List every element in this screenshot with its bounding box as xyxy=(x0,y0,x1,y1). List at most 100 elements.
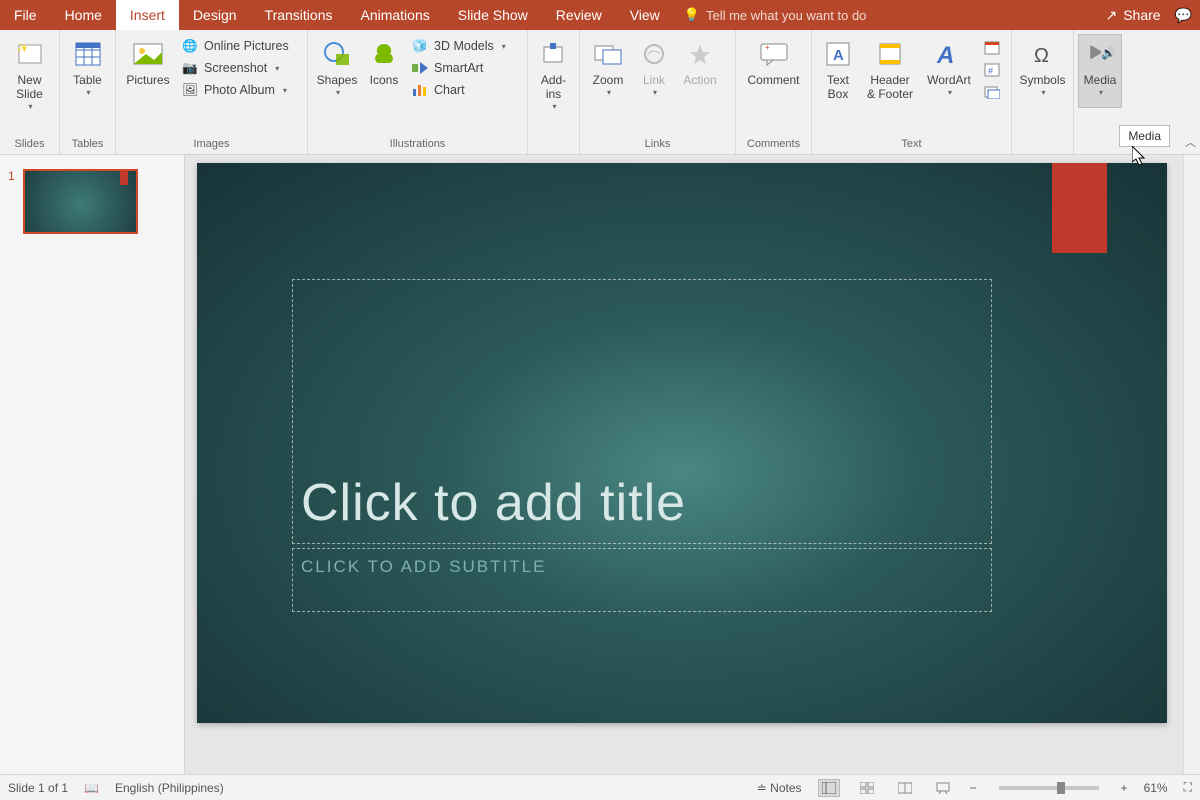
screenshot-button[interactable]: 📷Screenshot▾ xyxy=(178,58,293,78)
addins-icon xyxy=(538,38,570,70)
comments-pane-icon[interactable]: 💬 xyxy=(1175,7,1192,24)
tab-slideshow[interactable]: Slide Show xyxy=(444,0,542,30)
tab-home[interactable]: Home xyxy=(51,0,116,30)
spellcheck-icon[interactable]: 📖 xyxy=(84,781,99,795)
chart-button[interactable]: Chart xyxy=(408,80,510,100)
slide-canvas[interactable]: Click to add title CLICK TO ADD SUBTITLE xyxy=(197,163,1167,723)
text-box-icon: A xyxy=(822,38,854,70)
group-label-comments: Comments xyxy=(736,136,811,154)
media-tooltip: Media xyxy=(1119,125,1170,147)
slideshow-view-icon[interactable] xyxy=(932,779,954,797)
group-label-slides: Slides xyxy=(0,136,59,154)
tell-me-label: Tell me what you want to do xyxy=(706,8,866,23)
slide-thumbnail-1[interactable]: 1 xyxy=(8,169,176,234)
group-label-tables: Tables xyxy=(60,136,115,154)
thumbnail-pane[interactable]: 1 xyxy=(0,155,185,774)
notes-button[interactable]: ≐ Notes xyxy=(757,781,802,795)
smartart-icon xyxy=(412,60,428,76)
normal-view-icon[interactable] xyxy=(818,779,840,797)
group-label-media xyxy=(1074,148,1126,154)
text-box-button[interactable]: A Text Box xyxy=(816,34,860,108)
smartart-button[interactable]: SmartArt xyxy=(408,58,510,78)
tab-view[interactable]: View xyxy=(616,0,674,30)
shapes-icon xyxy=(321,38,353,70)
zoom-out-button[interactable]: − xyxy=(970,781,977,795)
online-pictures-button[interactable]: 🌐Online Pictures xyxy=(178,36,293,56)
zoom-in-button[interactable]: + xyxy=(1121,781,1128,795)
zoom-level[interactable]: 61% xyxy=(1144,781,1168,795)
tab-transitions[interactable]: Transitions xyxy=(251,0,347,30)
svg-text:Ω: Ω xyxy=(1034,45,1049,66)
comment-button[interactable]: + Comment xyxy=(740,34,807,108)
tab-animations[interactable]: Animations xyxy=(346,0,443,30)
language-indicator[interactable]: English (Philippines) xyxy=(115,781,224,795)
new-slide-button[interactable]: ✨ New Slide▾ xyxy=(4,34,55,115)
slide-editor[interactable]: Click to add title CLICK TO ADD SUBTITLE xyxy=(185,155,1200,774)
lightbulb-icon: 💡 xyxy=(684,7,700,23)
share-button[interactable]: ↗ Share xyxy=(1105,7,1160,24)
zoom-slider[interactable] xyxy=(999,786,1099,790)
comment-icon: + xyxy=(758,38,790,70)
addins-button[interactable]: Add- ins▾ xyxy=(532,34,575,115)
slide-counter[interactable]: Slide 1 of 1 xyxy=(8,781,68,795)
screenshot-icon: 📷 xyxy=(182,60,198,76)
svg-text:✨: ✨ xyxy=(17,43,28,53)
photo-album-button[interactable]: 🖼Photo Album▾ xyxy=(178,80,293,100)
link-icon xyxy=(638,38,670,70)
symbols-button[interactable]: Ω Symbols▾ xyxy=(1016,34,1069,108)
table-icon xyxy=(72,38,104,70)
wordart-button[interactable]: A WordArt▾ xyxy=(920,34,978,108)
header-footer-button[interactable]: Header & Footer xyxy=(860,34,920,108)
svg-text:A: A xyxy=(833,47,844,64)
chart-icon xyxy=(412,82,428,98)
vertical-scrollbar[interactable] xyxy=(1183,155,1200,774)
svg-text:A: A xyxy=(936,42,954,67)
fit-to-window-icon[interactable]: ⛶ xyxy=(1184,780,1192,795)
slide-number-button[interactable]: # xyxy=(980,60,1004,80)
collapse-ribbon-icon[interactable]: ︿ xyxy=(1185,134,1196,150)
subtitle-placeholder[interactable]: CLICK TO ADD SUBTITLE xyxy=(292,548,992,612)
symbols-icon: Ω xyxy=(1027,38,1059,70)
thumbnail-preview[interactable] xyxy=(23,169,138,234)
title-placeholder-text: Click to add title xyxy=(301,473,686,533)
zoom-button[interactable]: Zoom▾ xyxy=(584,34,632,108)
shapes-button[interactable]: Shapes▾ xyxy=(312,34,362,108)
object-button[interactable] xyxy=(980,82,1004,102)
media-button[interactable]: 🔊 Media▾ xyxy=(1078,34,1122,108)
table-button[interactable]: Table▾ xyxy=(64,34,111,108)
tab-review[interactable]: Review xyxy=(542,0,616,30)
status-bar: Slide 1 of 1 📖 English (Philippines) ≐ N… xyxy=(0,774,1200,800)
group-label-symbols xyxy=(1012,148,1073,154)
wordart-icon: A xyxy=(933,38,965,70)
date-time-icon xyxy=(984,40,1000,56)
tell-me-search[interactable]: 💡 Tell me what you want to do xyxy=(674,0,877,30)
pictures-button[interactable]: Pictures xyxy=(120,34,176,108)
icons-button[interactable]: Icons xyxy=(362,34,406,108)
share-icon: ↗ xyxy=(1105,7,1117,24)
tab-insert[interactable]: Insert xyxy=(116,0,179,30)
title-placeholder[interactable]: Click to add title xyxy=(292,279,992,544)
media-icon: 🔊 xyxy=(1084,38,1116,70)
tabs-bar: File Home Insert Design Transitions Anim… xyxy=(0,0,1200,30)
icons-icon xyxy=(368,38,400,70)
3d-models-button[interactable]: 🧊3D Models▾ xyxy=(408,36,510,56)
ribbon: ✨ New Slide▾ Slides Table▾ Tables Pictur… xyxy=(0,30,1200,155)
header-footer-icon xyxy=(874,38,906,70)
share-label: Share xyxy=(1123,7,1160,23)
action-button: Action xyxy=(676,34,724,108)
svg-text:#: # xyxy=(988,66,993,76)
pictures-icon xyxy=(132,38,164,70)
group-label-text: Text xyxy=(812,136,1011,154)
date-time-button[interactable] xyxy=(980,38,1004,58)
reading-view-icon[interactable] xyxy=(894,779,916,797)
new-slide-icon: ✨ xyxy=(14,38,46,70)
subtitle-placeholder-text: CLICK TO ADD SUBTITLE xyxy=(301,557,546,576)
group-label-illustrations: Illustrations xyxy=(308,136,527,154)
group-label-links: Links xyxy=(580,136,735,154)
thumbnail-number: 1 xyxy=(8,169,15,234)
photo-album-icon: 🖼 xyxy=(182,82,198,98)
tab-design[interactable]: Design xyxy=(179,0,251,30)
sorter-view-icon[interactable] xyxy=(856,779,878,797)
group-label-addins xyxy=(528,148,579,154)
tab-file[interactable]: File xyxy=(0,0,51,30)
